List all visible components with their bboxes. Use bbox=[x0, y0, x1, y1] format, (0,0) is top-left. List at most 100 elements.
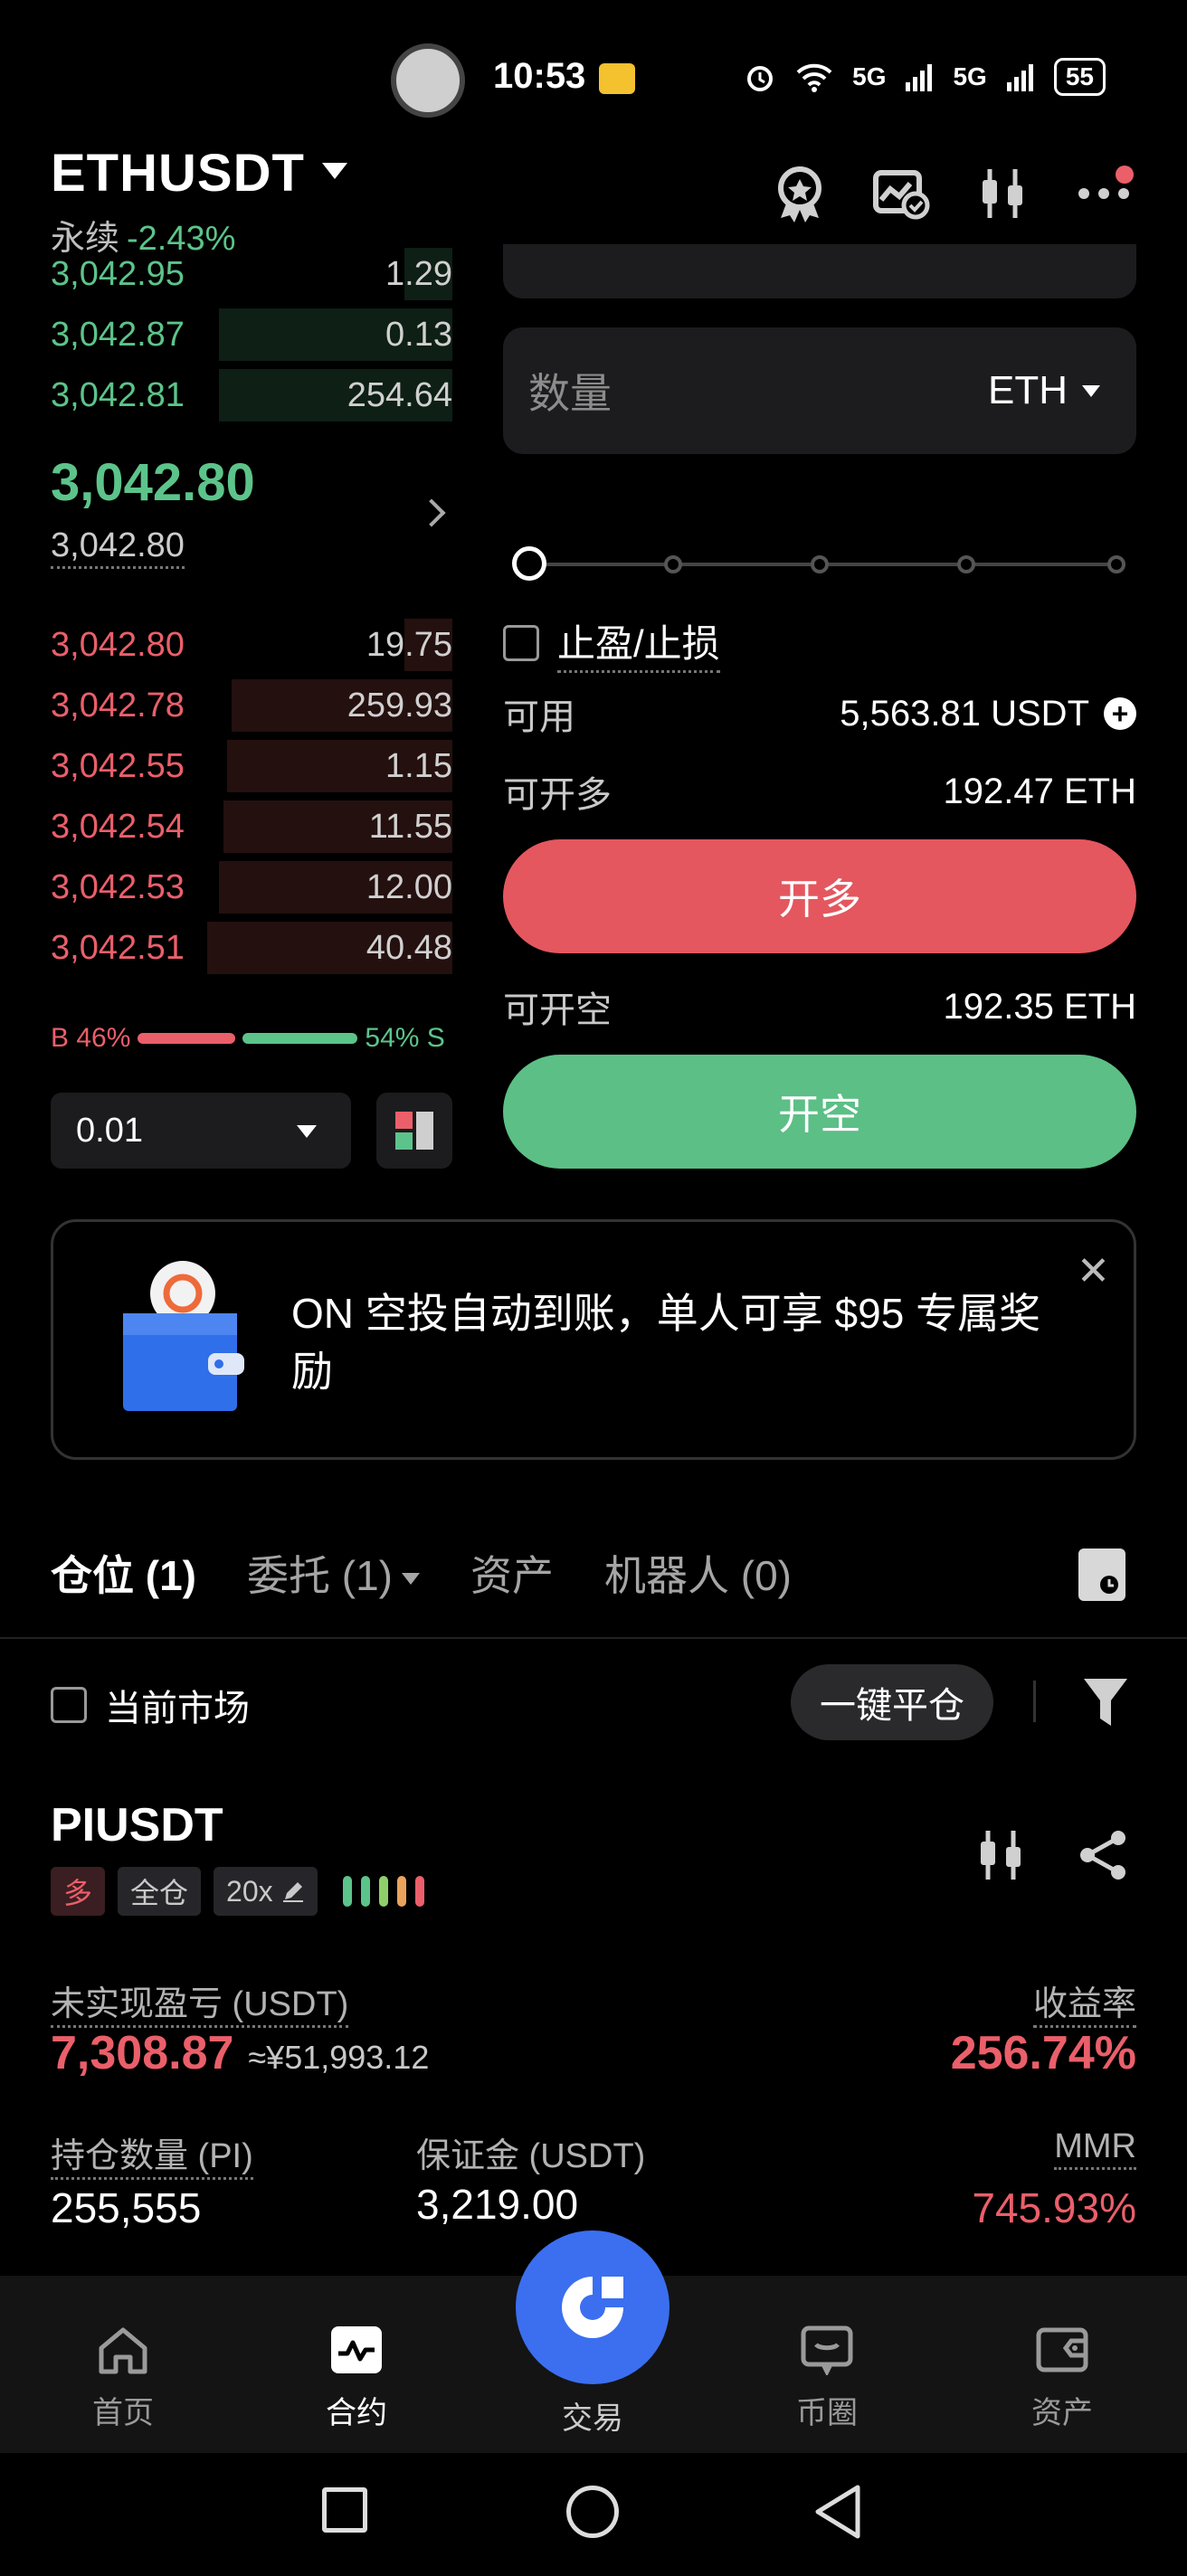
tpsl-checkbox[interactable] bbox=[503, 625, 539, 661]
chevron-down-icon bbox=[402, 1573, 420, 1586]
slider-handle[interactable] bbox=[512, 546, 546, 581]
bid-size: 259.93 bbox=[347, 686, 452, 724]
max-long-row: 可开多 192.47 ETH bbox=[503, 765, 1136, 818]
quantity-unit-select[interactable]: ETH bbox=[988, 368, 1100, 413]
ask-size: 1.29 bbox=[385, 254, 452, 293]
slider-step[interactable] bbox=[957, 555, 975, 573]
precision-value: 0.01 bbox=[76, 1111, 143, 1150]
open-long-button[interactable]: 开多 bbox=[503, 839, 1136, 953]
candlestick-icon[interactable] bbox=[970, 161, 1035, 226]
bid-size: 12.00 bbox=[366, 867, 452, 906]
chevron-right-icon[interactable] bbox=[417, 498, 446, 527]
bid-price: 3,042.80 bbox=[51, 625, 185, 664]
ask-row[interactable]: 3,042.95 1.29 bbox=[51, 244, 452, 304]
risk-bar bbox=[360, 1876, 370, 1907]
slider-step[interactable] bbox=[811, 555, 829, 573]
price-input-partial[interactable] bbox=[503, 244, 1136, 298]
mark-price: 3,042.80 bbox=[51, 526, 185, 569]
bid-size: 19.75 bbox=[366, 625, 452, 664]
filter-icon[interactable] bbox=[1082, 1675, 1129, 1734]
current-market-checkbox[interactable] bbox=[51, 1687, 87, 1723]
precision-select[interactable]: 0.01 bbox=[51, 1093, 351, 1169]
position-size-label: 持仓数量 (PI) bbox=[51, 2127, 253, 2180]
bid-row[interactable]: 3,042.80 19.75 bbox=[51, 615, 452, 675]
bid-row[interactable]: 3,042.53 12.00 bbox=[51, 857, 452, 917]
tpsl-toggle[interactable]: 止盈/止损 bbox=[503, 613, 720, 673]
leverage-value: 20x bbox=[226, 1874, 273, 1908]
mmr-label-text: MMR bbox=[1054, 2127, 1136, 2170]
mmr-value: 745.93% bbox=[972, 2184, 1136, 2231]
buy-sell-ratio: B 46% 54% S bbox=[51, 1020, 452, 1056]
margin-mode-tag: 全仓 bbox=[118, 1867, 202, 1916]
quantity-input[interactable]: 数量 ETH bbox=[503, 327, 1136, 454]
available-label: 可用 bbox=[503, 697, 575, 737]
nav-feed[interactable]: 币圈 bbox=[755, 2325, 899, 2432]
back-icon[interactable] bbox=[812, 2484, 863, 2540]
tab-bots[interactable]: 机器人 (0) bbox=[604, 1543, 792, 1603]
unrealized-pnl-cny: ≈¥51,993.12 bbox=[248, 2039, 430, 2076]
share-icon[interactable] bbox=[1077, 1829, 1131, 1886]
feed-icon bbox=[801, 2325, 853, 2375]
edit-icon bbox=[282, 1882, 303, 1902]
ask-row[interactable]: 3,042.87 0.13 bbox=[51, 305, 452, 365]
nav-futures[interactable]: 合约 bbox=[284, 2325, 429, 2432]
slider-step[interactable] bbox=[1107, 555, 1125, 573]
nav-assets[interactable]: 资产 bbox=[990, 2325, 1135, 2432]
signal-icon-2 bbox=[1006, 64, 1033, 91]
trade-icon bbox=[562, 2277, 623, 2338]
tpsl-label: 止盈/止损 bbox=[557, 613, 720, 673]
bid-size: 40.48 bbox=[366, 928, 452, 967]
reward-badge-icon[interactable] bbox=[767, 161, 832, 226]
mail-icon bbox=[599, 63, 635, 94]
transfer-plus-icon[interactable]: + bbox=[1104, 697, 1136, 730]
open-short-button[interactable]: 开空 bbox=[503, 1055, 1136, 1169]
unrealized-pnl-value: 7,308.87 bbox=[51, 2027, 234, 2079]
notification-avatar-icon bbox=[391, 43, 465, 118]
alarm-icon bbox=[747, 66, 774, 91]
status-icons: 5G 5G 55 bbox=[744, 58, 1106, 96]
available-unit: USDT bbox=[991, 693, 1089, 734]
bid-size: 1.15 bbox=[385, 746, 452, 785]
ask-price: 3,042.87 bbox=[51, 315, 185, 354]
signal-icon bbox=[906, 64, 933, 91]
ask-row[interactable]: 3,042.81 254.64 bbox=[51, 365, 452, 425]
notification-dot bbox=[1116, 166, 1134, 184]
roe-label: 收益率 bbox=[1032, 1975, 1136, 2028]
order-history-icon[interactable] bbox=[1078, 1548, 1125, 1601]
quantity-slider[interactable] bbox=[512, 546, 1131, 582]
nav-home[interactable]: 首页 bbox=[51, 2325, 195, 2432]
position-chart-icon[interactable] bbox=[975, 1827, 1026, 1888]
tab-positions[interactable]: 仓位 (1) bbox=[51, 1543, 196, 1603]
ask-price: 3,042.81 bbox=[51, 375, 185, 414]
wallet-airdrop-icon bbox=[123, 1261, 244, 1411]
bid-row[interactable]: 3,042.55 1.15 bbox=[51, 736, 452, 796]
risk-level-indicator bbox=[342, 1876, 424, 1907]
last-price[interactable]: 3,042.80 bbox=[51, 452, 255, 513]
chart-analysis-icon[interactable] bbox=[869, 161, 934, 226]
bid-price: 3,042.53 bbox=[51, 867, 185, 906]
leverage-tag[interactable]: 20x bbox=[214, 1867, 318, 1916]
close-all-button[interactable]: 一键平仓 bbox=[791, 1664, 993, 1740]
home-button-icon[interactable] bbox=[566, 2486, 619, 2538]
recents-icon[interactable] bbox=[322, 2487, 367, 2533]
buy-ratio-bar bbox=[138, 1033, 236, 1044]
position-symbol[interactable]: PIUSDT bbox=[51, 1798, 223, 1852]
chevron-down-icon bbox=[1082, 384, 1100, 397]
pair-dropdown-icon[interactable] bbox=[322, 163, 347, 179]
nav-trade-button[interactable] bbox=[516, 2230, 669, 2384]
bid-row[interactable]: 3,042.51 40.48 bbox=[51, 918, 452, 978]
bid-price: 3,042.78 bbox=[51, 686, 185, 724]
current-market-filter[interactable]: 当前市场 bbox=[51, 1679, 250, 1731]
book-layout-button[interactable] bbox=[376, 1093, 452, 1169]
pair-selector[interactable]: ETHUSDT bbox=[51, 143, 305, 204]
nav-futures-label: 合约 bbox=[326, 2396, 387, 2430]
bid-row[interactable]: 3,042.78 259.93 bbox=[51, 676, 452, 735]
tab-orders[interactable]: 委托 (1) bbox=[247, 1543, 420, 1603]
slider-step[interactable] bbox=[664, 555, 682, 573]
roe-value: 256.74% bbox=[950, 2027, 1136, 2079]
tab-assets[interactable]: 资产 bbox=[470, 1543, 554, 1603]
status-bar: 10:53 5G 5G 55 bbox=[0, 0, 1187, 154]
bid-row[interactable]: 3,042.54 11.55 bbox=[51, 797, 452, 857]
close-icon[interactable]: ✕ bbox=[1077, 1248, 1110, 1294]
network-b-label: 5G bbox=[953, 62, 987, 90]
